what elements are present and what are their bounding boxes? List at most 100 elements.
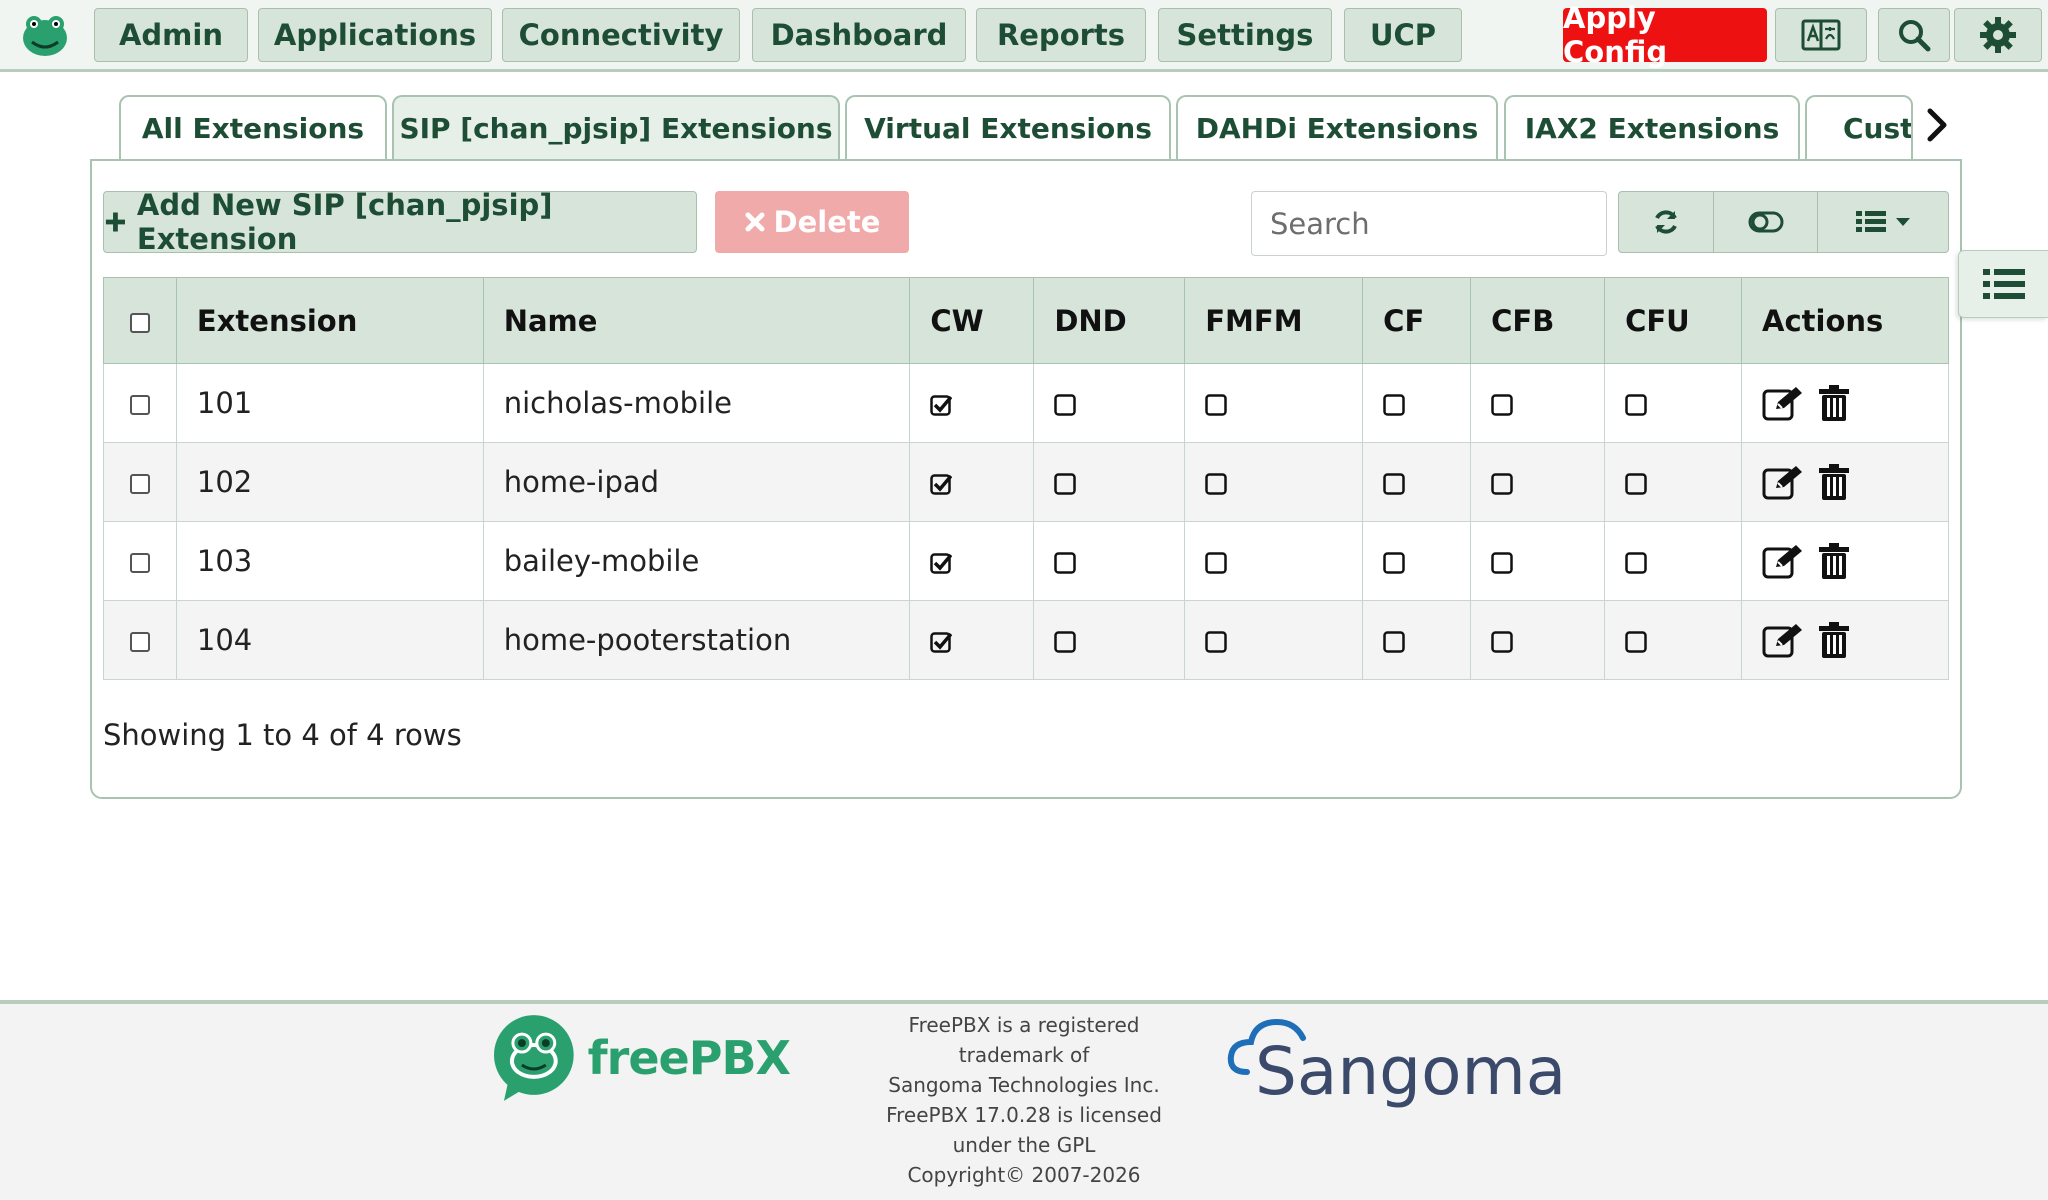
nav-dashboard-button[interactable]: Dashboard (752, 8, 966, 62)
unchecked-box-icon[interactable] (1491, 552, 1513, 574)
unchecked-box-icon[interactable] (1054, 394, 1077, 416)
dnd-cell (1033, 442, 1186, 522)
tab-all-extensions[interactable]: All Extensions (119, 95, 387, 159)
unchecked-box-icon[interactable] (1205, 394, 1227, 416)
legal-line: under the GPL (952, 1133, 1096, 1157)
unchecked-box-icon[interactable] (1205, 631, 1227, 653)
trash-icon[interactable] (1818, 464, 1850, 500)
chevron-right-icon[interactable] (1922, 105, 1952, 145)
unchecked-box-icon[interactable] (1054, 552, 1077, 574)
sangoma-logo[interactable]: Sangoma (1225, 1012, 1585, 1116)
unchecked-box-icon[interactable] (1625, 552, 1647, 574)
nav-applications-button[interactable]: Applications (258, 8, 492, 62)
cfu-cell (1604, 442, 1742, 522)
checked-box-icon[interactable] (930, 631, 953, 653)
toggle-view-button[interactable] (1714, 192, 1818, 252)
tab-iax2-extensions[interactable]: IAX2 Extensions (1504, 95, 1800, 159)
table-row: 102 home-ipad (103, 442, 1949, 522)
tab-virtual-extensions[interactable]: Virtual Extensions (845, 95, 1171, 159)
edit-icon[interactable] (1762, 385, 1804, 421)
actions-cell (1741, 442, 1949, 522)
nav-connectivity-button[interactable]: Connectivity (502, 8, 740, 62)
settings-gear-button[interactable] (1954, 8, 2042, 62)
column-header-name[interactable]: Name (482, 277, 911, 364)
extension-cell: 103 (175, 521, 484, 601)
freepbx-logo[interactable]: freePBX (490, 1010, 791, 1106)
fmfm-cell (1184, 363, 1364, 443)
checked-box-icon[interactable] (930, 394, 953, 416)
select-all-cell (103, 277, 177, 364)
unchecked-box-icon[interactable] (1491, 631, 1513, 653)
delete-label: Delete (773, 205, 881, 239)
checked-box-icon[interactable] (930, 473, 953, 495)
name-cell: home-pooterstation (482, 600, 911, 680)
pagination-info: Showing 1 to 4 of 4 rows (103, 718, 462, 752)
caret-down-icon (1895, 218, 1910, 226)
nav-settings-button[interactable]: Settings (1158, 8, 1332, 62)
row-select-checkbox[interactable] (129, 632, 150, 652)
edit-icon[interactable] (1762, 464, 1804, 500)
legal-notice: FreePBX is a registered trademark of San… (880, 1010, 1168, 1190)
legal-line: Copyright© 2007-2026 (907, 1163, 1141, 1187)
search-input[interactable] (1251, 191, 1607, 256)
dnd-cell (1033, 363, 1186, 443)
unchecked-box-icon[interactable] (1383, 631, 1405, 653)
row-select-checkbox[interactable] (129, 474, 150, 494)
refresh-button[interactable] (1619, 192, 1715, 252)
unchecked-box-icon[interactable] (1383, 552, 1405, 574)
unchecked-box-icon[interactable] (1491, 394, 1513, 416)
unchecked-box-icon[interactable] (1205, 473, 1227, 495)
delete-button[interactable]: Delete (715, 191, 909, 253)
column-header-extension[interactable]: Extension (175, 277, 484, 364)
table-row: 101 nicholas-mobile (103, 363, 1949, 443)
column-header-cf: CF (1362, 277, 1472, 364)
legal-line: Sangoma Technologies Inc. (888, 1073, 1160, 1097)
gear-icon (1980, 17, 2016, 53)
unchecked-box-icon[interactable] (1491, 473, 1513, 495)
fmfm-cell (1184, 521, 1364, 601)
nav-admin-button[interactable]: Admin (94, 8, 248, 62)
columns-dropdown-button[interactable] (1818, 192, 1948, 252)
cw-cell (909, 521, 1035, 601)
freepbx-frog-logo-icon[interactable] (14, 10, 76, 60)
apply-config-button[interactable]: Apply Config (1563, 1, 1767, 69)
unchecked-box-icon[interactable] (1054, 473, 1077, 495)
trash-icon[interactable] (1818, 622, 1850, 658)
legal-line: trademark of (958, 1043, 1090, 1067)
name-cell: home-ipad (482, 442, 911, 522)
unchecked-box-icon[interactable] (1383, 394, 1405, 416)
search-button[interactable] (1878, 8, 1950, 62)
freepbx-wordmark: freePBX (587, 1031, 791, 1085)
language-icon (1801, 19, 1841, 51)
sidebar-toggle-button[interactable] (1958, 250, 2048, 318)
cf-cell (1362, 363, 1472, 443)
row-select-cell (103, 521, 177, 601)
unchecked-box-icon[interactable] (1625, 473, 1647, 495)
column-header-fmfm: FMFM (1184, 277, 1364, 364)
edit-icon[interactable] (1762, 543, 1804, 579)
unchecked-box-icon[interactable] (1625, 394, 1647, 416)
tab-sip-pjsip-extensions[interactable]: SIP [chan_pjsip] Extensions (392, 95, 840, 159)
select-all-checkbox[interactable] (129, 312, 150, 333)
nav-reports-button[interactable]: Reports (976, 8, 1146, 62)
add-extension-button[interactable]: Add New SIP [chan_pjsip] Extension (103, 188, 697, 256)
tab-custom-extensions[interactable]: Custc (1805, 95, 1913, 159)
row-select-checkbox[interactable] (129, 553, 150, 573)
edit-icon[interactable] (1762, 622, 1804, 658)
checked-box-icon[interactable] (930, 552, 953, 574)
plus-icon (105, 212, 125, 232)
unchecked-box-icon[interactable] (1205, 552, 1227, 574)
trash-icon[interactable] (1818, 385, 1850, 421)
cfb-cell (1470, 442, 1606, 522)
trash-icon[interactable] (1818, 543, 1850, 579)
unchecked-box-icon[interactable] (1383, 473, 1405, 495)
row-select-checkbox[interactable] (129, 395, 150, 415)
tab-dahdi-extensions[interactable]: DAHDi Extensions (1176, 95, 1498, 159)
name-cell: bailey-mobile (482, 521, 911, 601)
language-button[interactable] (1775, 8, 1867, 62)
nav-ucp-button[interactable]: UCP (1344, 8, 1462, 62)
unchecked-box-icon[interactable] (1625, 631, 1647, 653)
unchecked-box-icon[interactable] (1054, 631, 1077, 653)
row-select-cell (103, 442, 177, 522)
dnd-cell (1033, 521, 1186, 601)
